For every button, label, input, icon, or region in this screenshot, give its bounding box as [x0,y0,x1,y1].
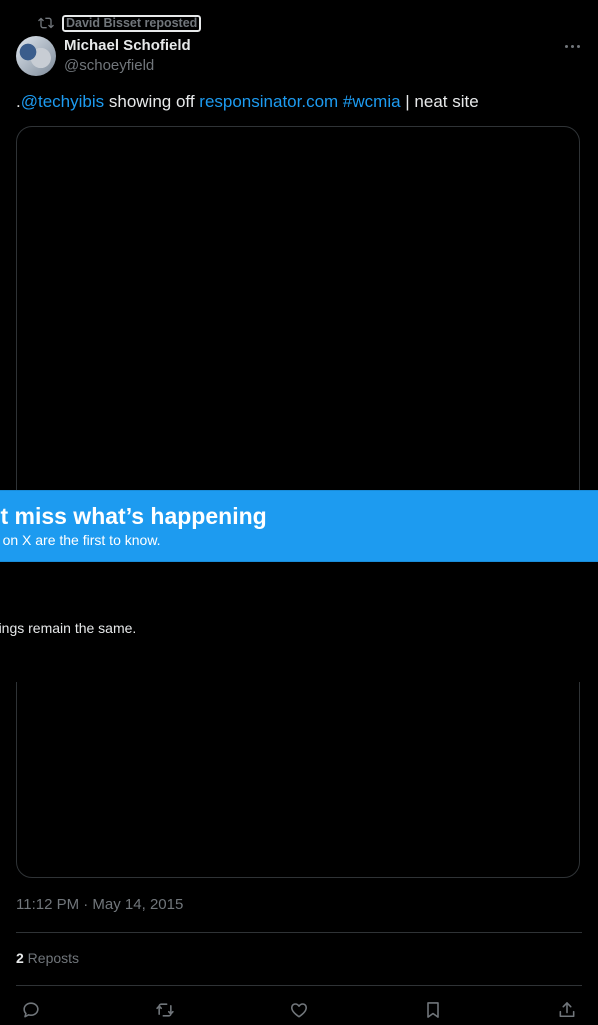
banner-subtitle: ple on X are the first to know. [0,532,161,548]
action-bar [0,996,598,1024]
tweet-text-middle: showing off [104,92,200,111]
author-handle[interactable]: @schoeyfield [64,57,154,74]
reposts-label: Reposts [23,950,80,966]
url-link[interactable]: responsinator.com [199,92,338,111]
share-button[interactable] [555,998,579,1022]
reposts-count: 2 [16,950,24,966]
signup-banner: n’t miss what’s happening ple on X are t… [0,490,598,562]
tweet-text-suffix: | neat site [400,92,479,111]
reply-button[interactable] [19,998,43,1022]
more-dot-icon [564,44,568,48]
banner-title: n’t miss what’s happening [0,503,267,529]
bookmark-button[interactable] [421,998,445,1022]
reposts-stat[interactable]: 2 Reposts [16,950,79,966]
like-icon [291,1003,307,1018]
divider [16,932,582,933]
tweet-text: .@techyibis showing off responsinator.co… [16,92,479,112]
settings-overlay: settings remain the same. [0,562,598,682]
repost-indicator: David Bisset reposted [38,13,203,33]
avatar[interactable] [16,36,56,76]
author-name[interactable]: Michael Schofield [64,37,191,54]
settings-notice: settings remain the same. [0,620,137,636]
share-icon [559,1002,575,1018]
more-options-button[interactable] [556,36,588,56]
repost-icon [156,1003,174,1017]
repost-user-link[interactable]: David Bisset reposted [60,13,203,33]
repost-button[interactable] [153,998,177,1022]
more-dot-icon [576,44,580,48]
more-dot-icon [570,44,574,48]
like-button[interactable] [287,998,311,1022]
bookmark-icon [427,1002,439,1018]
mention-link[interactable]: @techyibis [21,92,104,111]
divider [16,985,582,986]
reply-icon [23,1002,39,1018]
tweet-page: David Bisset reposted Michael Schofield … [0,0,598,1025]
tweet-timestamp[interactable]: 11:12 PM · May 14, 2015 [16,896,183,913]
hashtag-link[interactable]: #wcmia [343,92,401,111]
repost-icon [38,17,54,29]
